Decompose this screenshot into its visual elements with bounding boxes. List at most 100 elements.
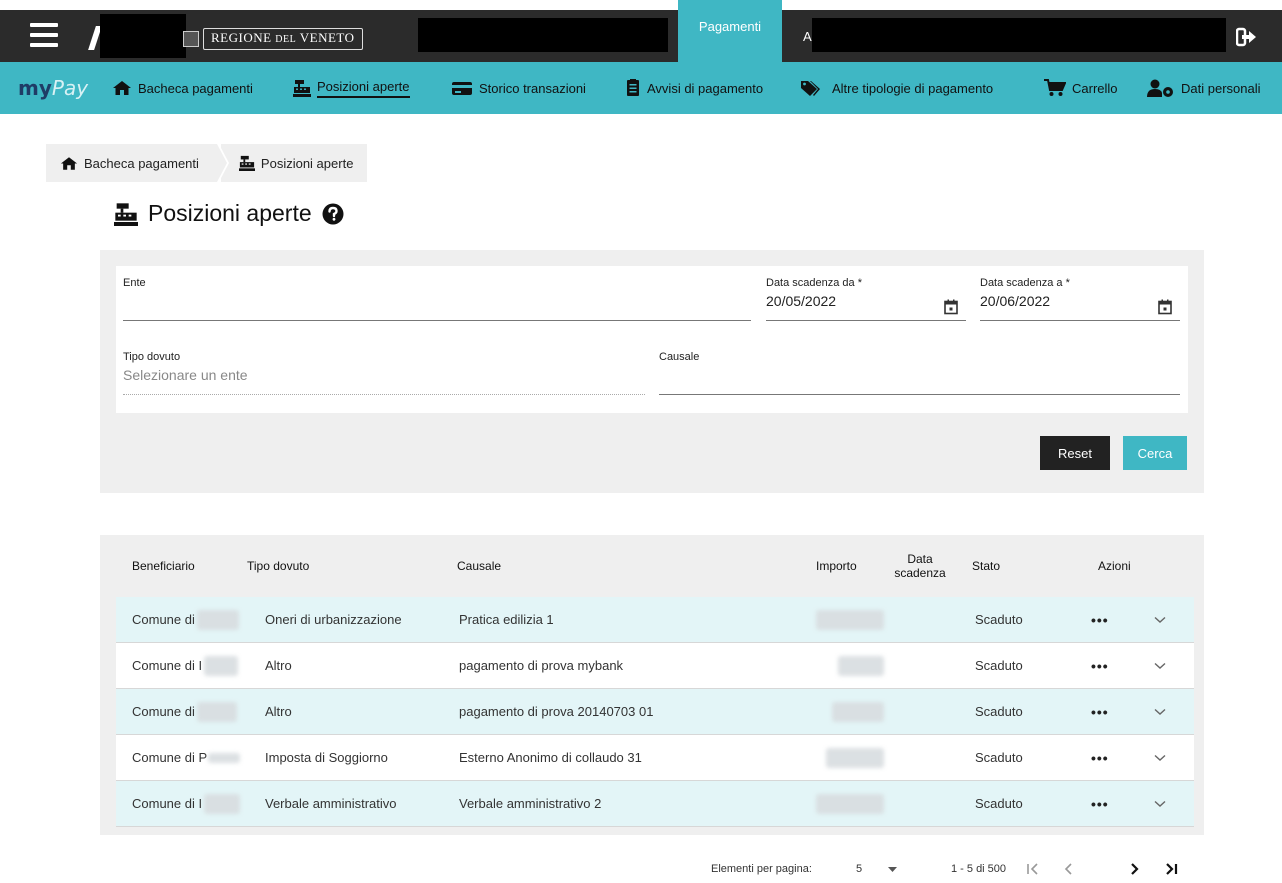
data-scadenza-da-field[interactable]: Data scadenza da * 20/05/2022	[766, 277, 966, 321]
cell-tipo: Altro	[265, 658, 292, 673]
nav-label: Dati personali	[1181, 80, 1261, 96]
nav-item-avvisi[interactable]: Avvisi di pagamento	[625, 76, 763, 100]
nav-item-storico[interactable]: Storico transazioni	[451, 76, 586, 100]
cell-importo	[832, 689, 884, 734]
expand-row-button[interactable]	[1154, 643, 1166, 688]
tipo-dovuto-select[interactable]: Tipo dovuto Selezionare un ente	[123, 351, 645, 395]
calendar-icon[interactable]	[944, 299, 958, 315]
cell-tipo: Imposta di Soggiorno	[265, 750, 388, 765]
next-page-button[interactable]	[1126, 855, 1144, 883]
redacted-text	[838, 655, 884, 676]
data-a-label: Data scadenza a *	[980, 277, 1070, 289]
header-causale[interactable]: Causale	[457, 535, 501, 597]
ente-field[interactable]: Ente	[123, 277, 751, 321]
breadcrumb-bacheca[interactable]: Bacheca pagamenti	[46, 144, 229, 182]
actions-menu-button[interactable]: •••	[1091, 597, 1109, 642]
header-data-scadenza[interactable]: Data scadenza	[880, 535, 960, 597]
filter-form: Ente Data scadenza da * 20/05/2022 Data …	[116, 266, 1188, 413]
actions-menu-button[interactable]: •••	[1091, 643, 1109, 688]
nav-label: Avvisi di pagamento	[647, 80, 764, 96]
first-page-icon	[1027, 863, 1038, 875]
cell-causale: Pratica edilizia 1	[459, 612, 554, 627]
redacted-text	[208, 752, 241, 763]
cash-register-icon	[114, 202, 138, 226]
top-tab-pagamenti[interactable]: Pagamenti	[678, 0, 782, 62]
nav-label: Posizioni aperte	[317, 79, 410, 98]
chevron-left-icon	[1064, 863, 1072, 875]
nav-item-altre-tipologie[interactable]: Altre tipologie di pagamento	[800, 76, 993, 100]
actions-menu-button[interactable]: •••	[1091, 735, 1109, 780]
cell-beneficiario: Comune di I	[132, 643, 239, 688]
prev-page-button[interactable]	[1060, 855, 1078, 883]
redacted-text	[204, 655, 239, 676]
breadcrumb: Bacheca pagamenti Posizioni aperte	[46, 144, 368, 182]
header-tipo-dovuto[interactable]: Tipo dovuto	[247, 535, 309, 597]
per-page-value: 5	[856, 863, 863, 875]
search-button[interactable]: Cerca	[1123, 436, 1187, 470]
page-range: 1 - 5 di 500	[951, 863, 1007, 875]
per-page-label: Elementi per pagina:	[711, 863, 812, 875]
expand-row-button[interactable]	[1154, 689, 1166, 734]
redacted-text	[204, 793, 241, 814]
chevron-down-icon	[1154, 754, 1166, 761]
filter-panel: Ente Data scadenza da * 20/05/2022 Data …	[100, 250, 1204, 493]
cash-register-icon	[293, 80, 311, 97]
first-page-button[interactable]	[1024, 855, 1042, 883]
tipo-placeholder: Selezionare un ente	[123, 367, 248, 383]
table-row[interactable]: Comune di Altro pagamento di prova 20140…	[116, 689, 1194, 735]
region-logo[interactable]: REGIONE DEL VENETO	[183, 28, 363, 50]
region-name-end: VENETO	[296, 30, 355, 45]
cell-importo	[838, 643, 884, 688]
reset-button[interactable]: Reset	[1040, 436, 1110, 470]
dropdown-arrow-icon	[888, 866, 898, 872]
nav-item-bacheca[interactable]: Bacheca pagamenti	[112, 76, 253, 100]
expand-row-button[interactable]	[1154, 597, 1166, 642]
nav-item-carrello[interactable]: Carrello	[1044, 76, 1118, 100]
redacted-text	[196, 609, 239, 630]
header-stato[interactable]: Stato	[972, 535, 1000, 597]
cell-tipo: Verbale amministrativo	[265, 796, 397, 811]
header-beneficiario[interactable]: Beneficiario	[132, 535, 195, 597]
tipo-label: Tipo dovuto	[123, 351, 181, 363]
logout-icon[interactable]	[1236, 26, 1258, 48]
cell-beneficiario: Comune di P	[132, 735, 241, 780]
nav-item-posizioni[interactable]: Posizioni aperte	[293, 76, 410, 100]
actions-menu-button[interactable]: •••	[1091, 781, 1109, 826]
chevron-down-icon	[1154, 616, 1166, 623]
top-tab-partial[interactable]: A	[803, 29, 812, 44]
breadcrumb-posizioni: Posizioni aperte	[220, 144, 368, 182]
table-row[interactable]: Comune di I Altro pagamento di prova myb…	[116, 643, 1194, 689]
data-scadenza-a-field[interactable]: Data scadenza a * 20/06/2022	[980, 277, 1180, 321]
causale-field[interactable]: Causale	[659, 351, 1180, 395]
breadcrumb-label: Bacheca pagamenti	[84, 155, 199, 171]
cell-importo	[816, 597, 884, 642]
actions-menu-button[interactable]: •••	[1091, 689, 1109, 734]
pagination: Elementi per pagina: 5 1 - 5 di 500	[0, 855, 1282, 883]
results-table: Beneficiario Tipo dovuto Causale Importo…	[100, 535, 1204, 835]
redacted-logo	[100, 14, 186, 58]
page-title: Posizioni aperte	[114, 200, 344, 227]
region-name-small: DEL	[275, 34, 297, 45]
table-row[interactable]: Comune di I Verbale amministrativo Verba…	[116, 781, 1194, 827]
table-row[interactable]: Comune di Oneri di urbanizzazione Pratic…	[116, 597, 1194, 643]
last-page-button[interactable]	[1162, 855, 1180, 883]
expand-row-button[interactable]	[1154, 781, 1166, 826]
mypay-logo[interactable]: myPay	[18, 76, 88, 100]
per-page-select[interactable]: 5	[856, 855, 898, 883]
nav-item-dati-personali[interactable]: Dati personali	[1147, 76, 1261, 100]
nav-label: Storico transazioni	[479, 80, 586, 96]
cart-icon	[1044, 79, 1066, 96]
causale-label: Causale	[659, 351, 700, 363]
expand-row-button[interactable]	[1154, 735, 1166, 780]
hamburger-menu-icon[interactable]	[30, 23, 58, 47]
calendar-icon[interactable]	[1158, 299, 1172, 315]
top-header: REGIONE DEL VENETO Pagamenti A	[0, 0, 1282, 62]
ente-label: Ente	[123, 277, 146, 289]
cash-register-icon	[238, 155, 255, 171]
cell-stato: Scaduto	[975, 796, 1023, 811]
table-row[interactable]: Comune di P Imposta di Soggiorno Esterno…	[116, 735, 1194, 781]
header-importo[interactable]: Importo	[816, 535, 857, 597]
help-icon[interactable]	[322, 203, 344, 225]
data-da-label: Data scadenza da *	[766, 277, 863, 289]
document-icon	[627, 79, 639, 96]
